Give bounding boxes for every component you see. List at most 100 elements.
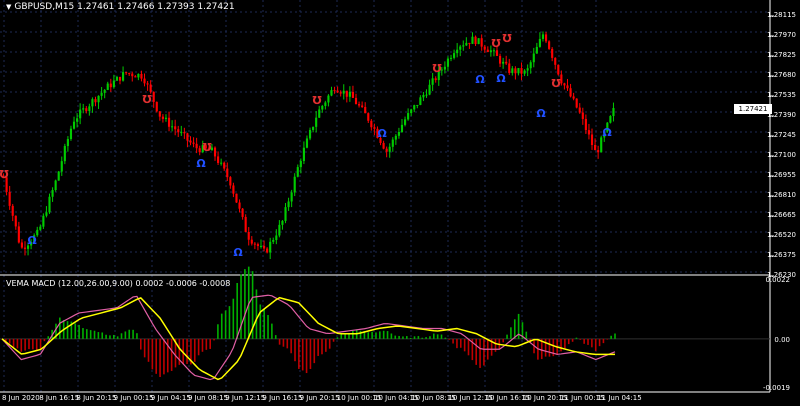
candle-body <box>180 132 183 134</box>
candle-body <box>88 106 91 112</box>
candle-body <box>575 98 578 108</box>
candle-body <box>514 68 517 74</box>
candle-body <box>11 205 14 216</box>
sell-signal-icon: ℧ <box>491 37 501 50</box>
candle-body <box>498 55 502 64</box>
candle-body <box>256 244 260 247</box>
candle-body <box>121 72 125 81</box>
price-tick-label: 1.27100 <box>767 151 796 159</box>
candle-body <box>462 45 465 47</box>
candle-body <box>312 126 315 130</box>
candle-body <box>388 146 391 152</box>
candle-body <box>278 224 281 236</box>
candle-body <box>495 50 499 56</box>
candle-body <box>511 68 514 73</box>
candle-body <box>229 177 232 186</box>
candle-body <box>302 147 305 162</box>
candle-body <box>422 95 425 98</box>
candle-body <box>54 180 57 191</box>
candle-body <box>474 36 477 45</box>
candle-body <box>186 133 189 141</box>
buy-signal-icon: Ω <box>377 127 387 140</box>
candle-body <box>45 212 48 216</box>
chart-grid <box>0 0 770 392</box>
time-tick-label: 8 Jun 16:15 <box>39 394 80 402</box>
candle-body <box>82 108 85 110</box>
time-tick-label: 8 Jun 20:15 <box>76 394 117 402</box>
time-tick-label: 9 Jun 00:15 <box>113 394 154 402</box>
candle-body <box>171 126 174 128</box>
candle-body <box>290 192 293 202</box>
candle-body <box>548 41 551 49</box>
candle-body <box>48 196 51 213</box>
indicator-tick-label: 0.0022 <box>765 276 791 284</box>
candle-body <box>177 129 180 133</box>
candle-body <box>79 109 82 119</box>
candle-body <box>284 207 287 221</box>
candle-body <box>520 68 523 74</box>
candle-body <box>63 146 66 162</box>
candle-body <box>293 176 296 193</box>
candle-body <box>431 78 434 85</box>
candle-body <box>76 118 79 122</box>
buy-signal-icon: Ω <box>196 157 206 170</box>
candle-body <box>563 83 566 86</box>
candle-body <box>554 57 557 65</box>
candle-body <box>109 83 112 88</box>
candle-body <box>489 50 492 53</box>
candle-body <box>502 61 505 64</box>
candle-body <box>213 147 217 157</box>
candle-body <box>538 38 541 47</box>
candle-body <box>235 193 238 203</box>
candle-body <box>517 68 520 74</box>
candle-body <box>584 118 587 131</box>
price-chart[interactable]: ℧℧℧℧℧℧ ℧℧ΩΩΩΩΩ ΩΩΩ <box>0 0 800 406</box>
candle-body <box>250 239 253 244</box>
candle-body <box>299 161 302 168</box>
candle-body <box>569 88 572 97</box>
candle-body <box>609 116 612 123</box>
candle-body <box>128 73 131 75</box>
candle-body <box>557 64 560 75</box>
price-tick-label: 1.27970 <box>767 31 796 39</box>
candle-body <box>348 91 351 97</box>
sell-signal-icon: ℧ <box>142 93 152 106</box>
price-tick-label: 1.28115 <box>767 11 796 19</box>
time-tick-label: 11 Jun 04:15 <box>597 394 642 402</box>
candle-body <box>97 95 100 103</box>
price-tick-label: 1.26375 <box>767 251 796 259</box>
candle-body <box>333 90 336 92</box>
candle-body <box>324 102 327 106</box>
collapse-triangle-icon[interactable]: ▼ <box>6 3 11 11</box>
candle-body <box>541 34 545 39</box>
candle-body <box>600 137 603 153</box>
current-price-label: 1.27421 <box>734 104 772 114</box>
candle-body <box>400 124 404 133</box>
candle-body <box>508 63 511 73</box>
candle-body <box>164 117 168 119</box>
candle-body <box>370 120 373 128</box>
price-tick-label: 1.27825 <box>767 51 796 59</box>
candle-body <box>17 226 20 243</box>
candle-body <box>407 113 410 120</box>
candle-body <box>296 167 299 177</box>
candle-body <box>42 215 45 227</box>
candle-body <box>272 239 275 242</box>
candle-body <box>152 91 155 102</box>
candle-body <box>403 119 407 125</box>
candle-body <box>60 161 63 172</box>
candle-body <box>287 201 290 208</box>
candle-body <box>69 128 73 140</box>
candle-body <box>198 148 201 153</box>
price-tick-label: 1.26810 <box>767 191 796 199</box>
candle-body <box>566 85 569 89</box>
candle-body <box>459 46 462 50</box>
candle-body <box>492 50 496 52</box>
sell-signal-icon: ℧ <box>312 94 322 107</box>
candle-body <box>483 46 486 50</box>
candle-body <box>327 95 330 103</box>
candle-body <box>612 108 615 117</box>
candle-body <box>354 97 358 105</box>
candle-body <box>57 171 60 181</box>
buy-signal-icon: Ω <box>233 246 243 259</box>
